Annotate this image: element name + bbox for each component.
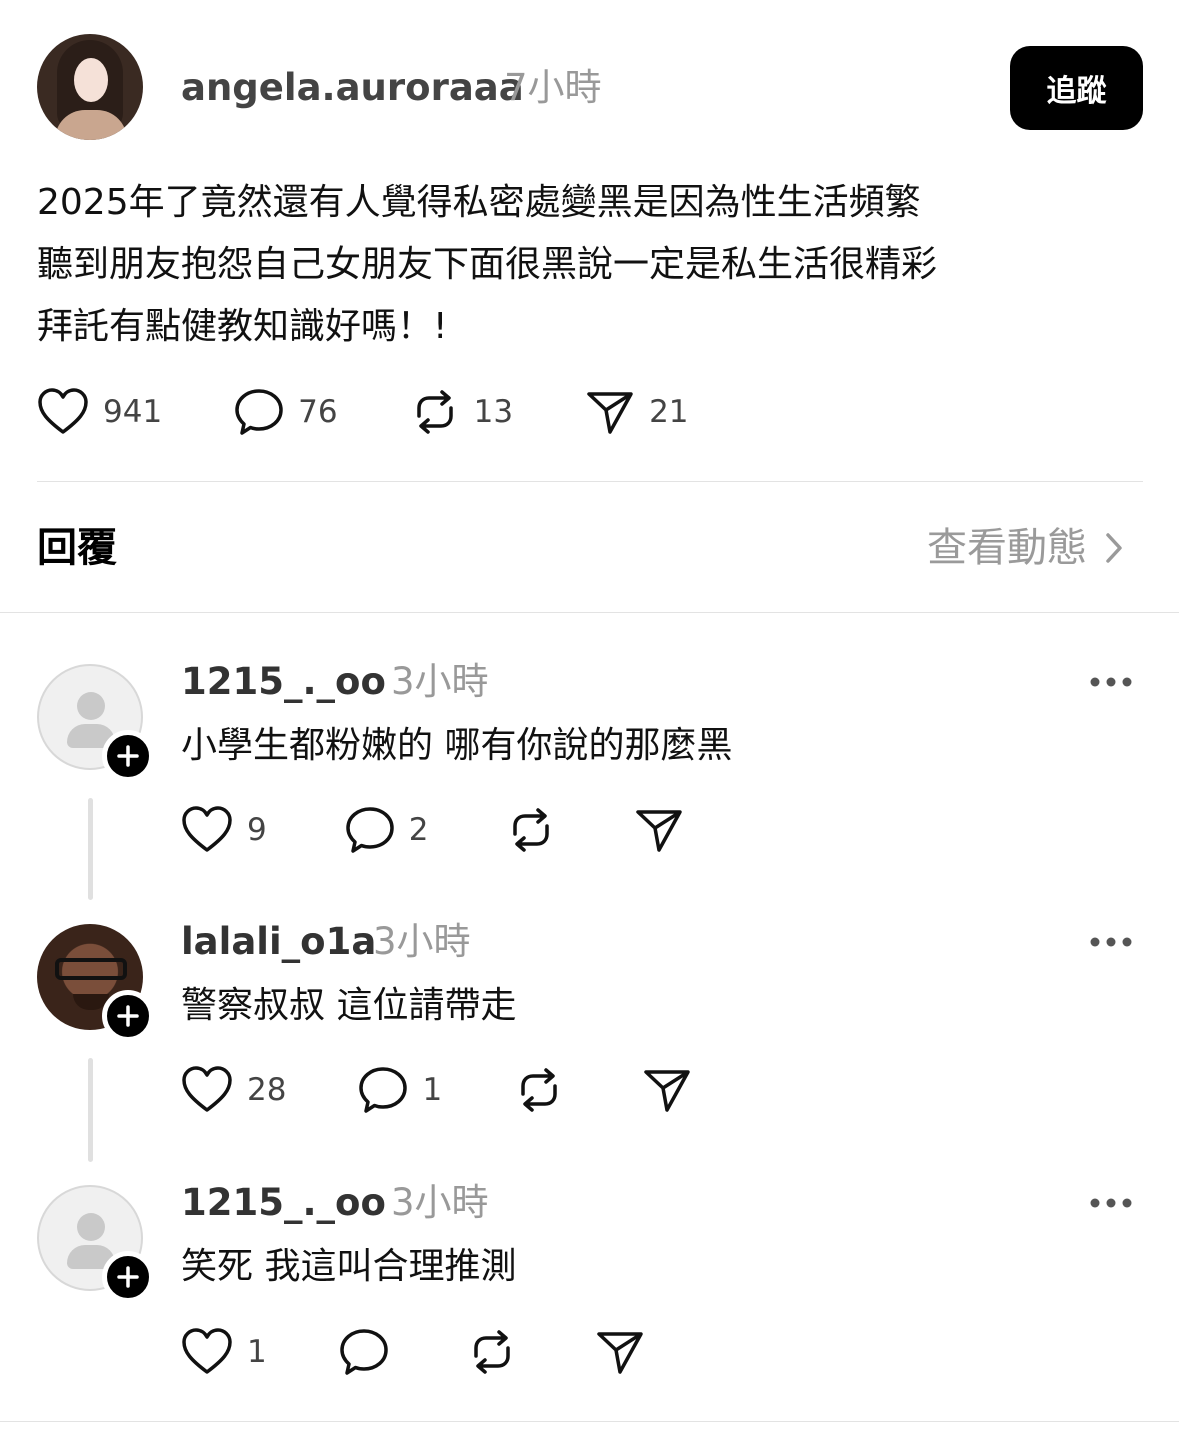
heart-icon: [182, 1066, 232, 1112]
share-button[interactable]: 21: [585, 388, 689, 436]
avatar-face: [74, 58, 108, 102]
share-count: 21: [649, 394, 689, 430]
comment-bubble-icon: [345, 807, 394, 853]
like-count: 9: [247, 812, 267, 848]
send-icon: [636, 810, 683, 852]
reply-text: 小學生都粉嫩的 哪有你說的那麼黑: [181, 725, 733, 766]
reply-username[interactable]: 1215_._oo: [181, 1181, 386, 1225]
send-icon: [596, 1332, 643, 1374]
like-count: 941: [103, 394, 163, 430]
comment-button[interactable]: 2: [345, 806, 429, 854]
repost-icon: [416, 390, 453, 434]
comment-button[interactable]: [339, 1328, 389, 1376]
view-activity-label: 查看動態: [927, 525, 1087, 571]
like-button[interactable]: 28: [181, 1066, 286, 1114]
chevron-right-icon: [1106, 533, 1122, 563]
avatar-glasses: [55, 958, 127, 980]
comment-bubble-icon: [359, 1067, 408, 1113]
reply-action-bar: 9 2: [181, 806, 684, 854]
plus-icon: [117, 1005, 139, 1027]
post-author-avatar[interactable]: [37, 34, 143, 140]
comment-bubble-icon: [339, 1329, 388, 1375]
follow-plus-button[interactable]: [102, 1251, 154, 1303]
reply-action-bar: 1: [181, 1328, 645, 1376]
repost-count: 13: [473, 394, 514, 430]
post-text-line: 聽到朋友抱怨自己女朋友下面很黑說一定是私生活很精彩: [37, 244, 938, 285]
repost-button[interactable]: [514, 1066, 564, 1114]
repost-icon: [473, 1330, 510, 1374]
comment-count: 2: [408, 812, 429, 848]
share-button[interactable]: [634, 806, 684, 854]
like-count: 28: [247, 1072, 287, 1108]
reply-text: 警察叔叔 這位請帶走: [181, 985, 517, 1026]
like-button[interactable]: 1: [181, 1328, 267, 1376]
post-action-bar: 941 76 13 21: [37, 388, 689, 436]
share-button[interactable]: [595, 1328, 645, 1376]
reply-text: 笑死 我這叫合理推測: [181, 1246, 517, 1287]
bottom-divider: [0, 1421, 1179, 1422]
replies-heading: 回覆: [37, 525, 117, 571]
plus-icon: [117, 1266, 139, 1288]
reply-timestamp: 3小時: [391, 1181, 489, 1224]
more-dots-icon[interactable]: [1089, 935, 1133, 949]
comment-bubble-icon: [235, 389, 283, 435]
post-timestamp: 7小時: [504, 66, 602, 109]
post-text-line: 2025年了竟然還有人覺得私密處變黑是因為性生活頻繁: [37, 182, 921, 223]
thread-line: [88, 1058, 93, 1162]
comment-button[interactable]: 76: [234, 388, 338, 436]
comment-count: 1: [422, 1072, 443, 1108]
repost-button[interactable]: [467, 1328, 517, 1376]
reply-action-bar: 28 1: [181, 1066, 692, 1114]
like-count: 1: [247, 1334, 267, 1370]
heart-icon: [38, 388, 88, 434]
follow-plus-button[interactable]: [102, 990, 154, 1042]
like-button[interactable]: 941: [37, 388, 162, 436]
post-content: 2025年了竟然還有人覺得私密處變黑是因為性生活頻繁 聽到朋友抱怨自己女朋友下面…: [37, 172, 1147, 358]
post-author-username[interactable]: angela.auroraaa: [181, 66, 524, 110]
follow-button[interactable]: 追蹤: [1010, 46, 1143, 130]
reply-username[interactable]: lalali_o1a: [181, 920, 376, 964]
follow-plus-button[interactable]: [102, 730, 154, 782]
post-text-line: 拜託有點健教知識好嗎！!: [37, 306, 448, 347]
post-divider: [37, 481, 1143, 482]
heart-icon: [182, 806, 232, 852]
repost-icon: [521, 1068, 557, 1112]
comment-count: 76: [298, 394, 338, 430]
share-button[interactable]: [642, 1066, 692, 1114]
avatar-head: [77, 692, 105, 720]
reply-timestamp: 3小時: [391, 660, 489, 703]
more-dots-icon[interactable]: [1089, 675, 1133, 689]
thread-line: [88, 798, 93, 900]
reply-timestamp: 3小時: [373, 920, 471, 963]
section-divider: [0, 612, 1179, 613]
reply-username[interactable]: 1215_._oo: [181, 660, 386, 704]
like-button[interactable]: 9: [181, 806, 267, 854]
repost-icon: [513, 808, 550, 852]
heart-icon: [182, 1328, 232, 1374]
send-icon: [587, 392, 633, 434]
repost-button[interactable]: 13: [410, 388, 513, 436]
send-icon: [644, 1070, 690, 1112]
avatar-head: [77, 1213, 105, 1241]
more-dots-icon[interactable]: [1089, 1196, 1133, 1210]
view-activity-link[interactable]: 查看動態: [927, 522, 1123, 574]
plus-icon: [117, 745, 139, 767]
repost-button[interactable]: [506, 806, 556, 854]
comment-button[interactable]: 1: [358, 1066, 442, 1114]
